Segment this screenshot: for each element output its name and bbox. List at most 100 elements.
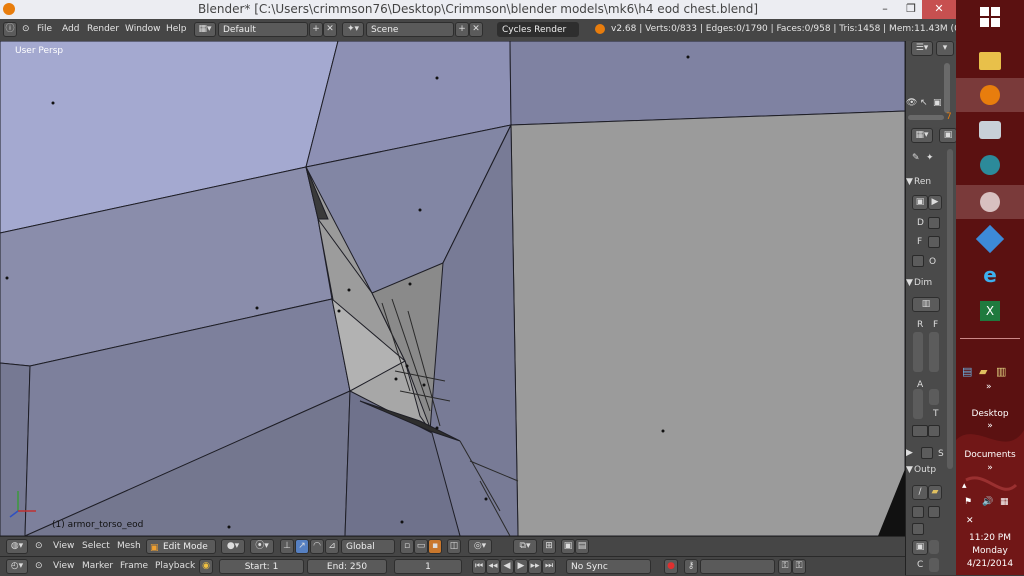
end-frame-field[interactable]: End: 250 (307, 559, 387, 574)
insert-keyframe-icon[interactable]: ⚿ (778, 559, 792, 574)
outliner-scrollbar[interactable] (944, 63, 950, 113)
tray-app-icon-2[interactable]: ▰ (979, 365, 987, 378)
outliner-type-icon[interactable]: ☰▾ (911, 41, 933, 56)
shading-select-icon[interactable]: ●▾ (221, 539, 245, 554)
menu-playback[interactable]: Playback (155, 561, 195, 571)
screen-layout-icon[interactable]: ▦▾ (194, 22, 216, 37)
3d-viewport[interactable]: User Persp (1) armor_torso_eod (0, 41, 905, 536)
menu-add[interactable]: Add (62, 24, 79, 34)
output-path-field[interactable]: / (912, 485, 928, 500)
section-dimensions-header[interactable]: Dim (914, 278, 932, 288)
render-camera-icon[interactable]: ▣ (933, 98, 942, 108)
menu-window[interactable]: Window (125, 24, 161, 34)
file-explorer-icon[interactable] (956, 44, 1024, 78)
documents-expand-icon[interactable]: » (956, 463, 1024, 473)
crop-toggle[interactable] (928, 425, 940, 437)
outliner-hscroll[interactable] (908, 115, 944, 120)
render-animation-icon[interactable]: ▤ (575, 539, 589, 554)
add-scene-icon[interactable]: + (455, 22, 469, 37)
frame-step-field[interactable] (929, 389, 939, 405)
select-arrow-icon[interactable]: ↖ (920, 98, 928, 108)
proportional-edit-icon[interactable]: ◎▾ (468, 539, 492, 554)
menu-file[interactable]: File (37, 24, 52, 34)
manipulator-toggle-icon[interactable]: ⊥ (280, 539, 294, 554)
remove-scene-icon[interactable]: ✕ (469, 22, 483, 37)
snap-target-icon[interactable]: ⊞ (542, 539, 556, 554)
device-stepper[interactable] (928, 217, 940, 229)
close-button[interactable]: ✕ (922, 0, 956, 19)
render-anim-button[interactable]: ▶ (928, 195, 942, 210)
next-keyframe-icon[interactable]: ▸▸ (528, 559, 542, 574)
media-app-icon[interactable] (956, 148, 1024, 182)
section-render-header[interactable]: Ren (914, 177, 931, 187)
feature-stepper[interactable] (928, 236, 940, 248)
tray-overflow-icon[interactable]: ▴ (962, 481, 967, 491)
render-presets-button[interactable]: ▥ (912, 297, 940, 312)
play-icon[interactable]: ▶ (514, 559, 528, 574)
pivot-select-icon[interactable]: ⦿▾ (250, 539, 274, 554)
stamp-checkbox[interactable] (921, 447, 933, 459)
start-windows-icon[interactable] (956, 0, 1024, 34)
desktop-toolbar-label[interactable]: Desktop (956, 409, 1024, 419)
placeholders-checkbox[interactable] (928, 506, 940, 518)
tray-app-icon-1[interactable]: ▤ (962, 365, 972, 378)
network-app-icon[interactable] (956, 113, 1024, 147)
file-format-select[interactable]: ▣ (912, 540, 928, 555)
collapse-menu-icon[interactable]: ⊙ (22, 24, 30, 34)
network-tray-icon[interactable]: ▦ (1000, 497, 1009, 507)
collapse-menu-icon[interactable]: ⊙ (35, 541, 43, 551)
tray-expand-icon[interactable]: » (986, 382, 992, 392)
menu-render[interactable]: Render (87, 24, 119, 34)
resolution-x-field[interactable] (913, 332, 923, 372)
play-reverse-icon[interactable]: ◀ (500, 559, 514, 574)
jump-end-icon[interactable]: ⏭ (542, 559, 556, 574)
jump-start-icon[interactable]: ⏮ (472, 559, 486, 574)
properties-scrollbar[interactable] (947, 149, 953, 469)
border-toggle[interactable] (912, 425, 928, 437)
rotate-manipulator-icon[interactable]: ◠ (310, 539, 324, 554)
translate-manipulator-icon[interactable]: ↗ (295, 539, 309, 554)
clock-date[interactable]: 4/21/2014 (956, 559, 1024, 569)
documents-toolbar-label[interactable]: Documents (956, 450, 1024, 460)
delete-keyframe-icon[interactable]: ⚿ (792, 559, 806, 574)
edge-select-icon[interactable]: ▭ (414, 539, 428, 554)
menu-select[interactable]: Select (82, 541, 110, 551)
face-select-icon[interactable]: ▪ (428, 539, 442, 554)
clock-time[interactable]: 11:20 PM (956, 533, 1024, 543)
menu-view[interactable]: View (53, 541, 74, 551)
add-layout-icon[interactable]: + (309, 22, 323, 37)
remove-layout-icon[interactable]: ✕ (323, 22, 337, 37)
sync-mode-select[interactable]: No Sync (566, 559, 651, 574)
menu-view[interactable]: View (53, 561, 74, 571)
output-folder-icon[interactable]: ▰ (928, 485, 942, 500)
snap-icon[interactable]: ⧉▾ (513, 539, 537, 554)
clock-day[interactable]: Monday (956, 546, 1024, 556)
menu-marker[interactable]: Marker (82, 561, 113, 571)
render-preview-icon[interactable]: ▣ (561, 539, 575, 554)
render-engine-select[interactable]: Cycles Render (497, 22, 579, 37)
expand-output-icon[interactable]: ▼ (906, 465, 913, 475)
expand-render-icon[interactable]: ▼ (906, 177, 913, 187)
menu-frame[interactable]: Frame (120, 561, 148, 571)
scene-select[interactable]: Scene (366, 22, 454, 37)
blender-taskbar-icon[interactable] (956, 78, 1024, 112)
editor-type-timeline-icon[interactable]: ◴▾ (6, 559, 28, 574)
internet-explorer-icon[interactable]: e (956, 258, 1024, 292)
visibility-eye-icon[interactable]: 👁 (906, 98, 917, 108)
menu-mesh[interactable]: Mesh (117, 541, 141, 551)
collapse-menu-icon[interactable]: ⊙ (35, 561, 43, 571)
current-frame-field[interactable]: 1 (394, 559, 462, 574)
auto-keyframe-icon[interactable]: ● (664, 559, 678, 574)
pin-icon[interactable]: ✎ (912, 153, 920, 163)
package-app-icon[interactable] (956, 222, 1024, 256)
scale-manipulator-icon[interactable]: ⊿ (325, 539, 339, 554)
scene-icon[interactable]: ✦▾ (342, 22, 364, 37)
keying-set-icon[interactable]: ⚷ (684, 559, 698, 574)
outliner-search-icon[interactable]: ▾ (936, 41, 954, 56)
desktop-expand-icon[interactable]: » (956, 421, 1024, 431)
overwrite-checkbox[interactable] (912, 506, 924, 518)
expand-dimensions-icon[interactable]: ▼ (906, 278, 913, 288)
menu-help[interactable]: Help (166, 24, 187, 34)
color-mode-field[interactable] (929, 540, 939, 554)
frame-start-field[interactable] (929, 332, 939, 372)
